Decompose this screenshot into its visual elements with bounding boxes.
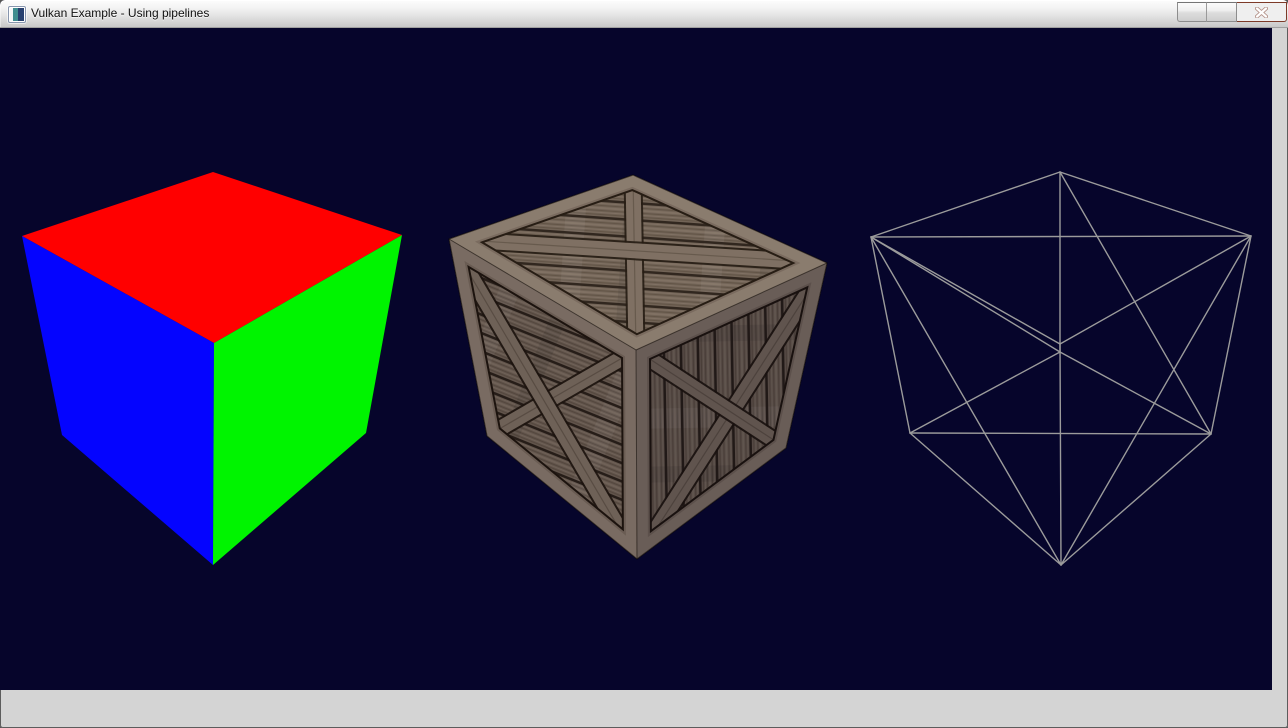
minimize-button[interactable]: [1177, 2, 1207, 22]
window-title: Vulkan Example - Using pipelines: [31, 6, 209, 20]
vulkan-render-viewport[interactable]: [0, 0, 1288, 695]
titlebar[interactable]: Vulkan Example - Using pipelines: [0, 0, 1288, 28]
close-icon: [1255, 7, 1268, 18]
wireframe-edge: [871, 236, 1251, 237]
maximize-button[interactable]: [1207, 2, 1237, 22]
caption-button-group: [1177, 2, 1287, 22]
app-window: Vulkan Example - Using pipelines: [0, 0, 1288, 728]
application-image-icon[interactable]: [8, 6, 26, 23]
application-image-icon-art: [10, 8, 24, 21]
close-button[interactable]: [1237, 2, 1287, 22]
render-scene: [0, 0, 1272, 690]
